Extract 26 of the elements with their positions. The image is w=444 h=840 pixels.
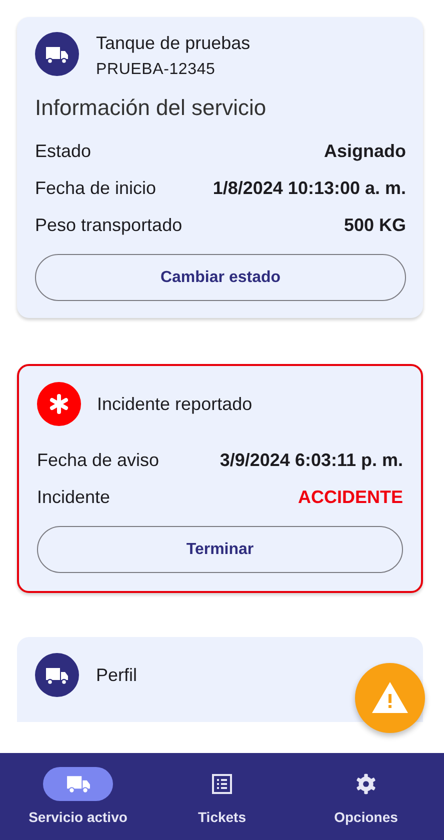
section-title: Información del servicio: [35, 95, 268, 121]
truck-icon: [35, 653, 79, 697]
nav-tab[interactable]: Servicio activo: [8, 753, 148, 840]
truck-icon: [35, 32, 79, 76]
finish-button[interactable]: Terminar: [37, 526, 403, 573]
list-icon: [212, 774, 232, 794]
nav-tab[interactable]: Opciones: [296, 753, 436, 840]
field-value: ACCIDENTE: [298, 487, 403, 508]
truck-icon: [66, 774, 90, 794]
card-subtitle: PRUEBA-12345: [96, 61, 216, 79]
card-title: Incidente reportado: [97, 394, 252, 414]
change-status-button[interactable]: Cambiar estado: [35, 254, 406, 301]
field-label: Estado: [35, 141, 92, 162]
asterisk-icon: [37, 382, 81, 426]
field-value: 3/9/2024 6:03:11 p. m.: [220, 450, 403, 471]
field-value: 500 KG: [344, 215, 406, 236]
field-label: Fecha de inicio: [35, 178, 156, 199]
field-label: Incidente: [37, 487, 110, 508]
field-value: 1/8/2024 10:13:00 a. m.: [212, 178, 406, 199]
card-title: Perfil: [96, 664, 138, 686]
field-label: Peso transportado: [35, 215, 182, 236]
field-value: Asignado: [324, 141, 406, 162]
settings-icon: [355, 773, 377, 795]
card-title: Tanque de pruebas: [96, 33, 250, 54]
nav-tab[interactable]: Tickets: [152, 753, 292, 840]
field-label: Fecha de aviso: [37, 450, 160, 471]
